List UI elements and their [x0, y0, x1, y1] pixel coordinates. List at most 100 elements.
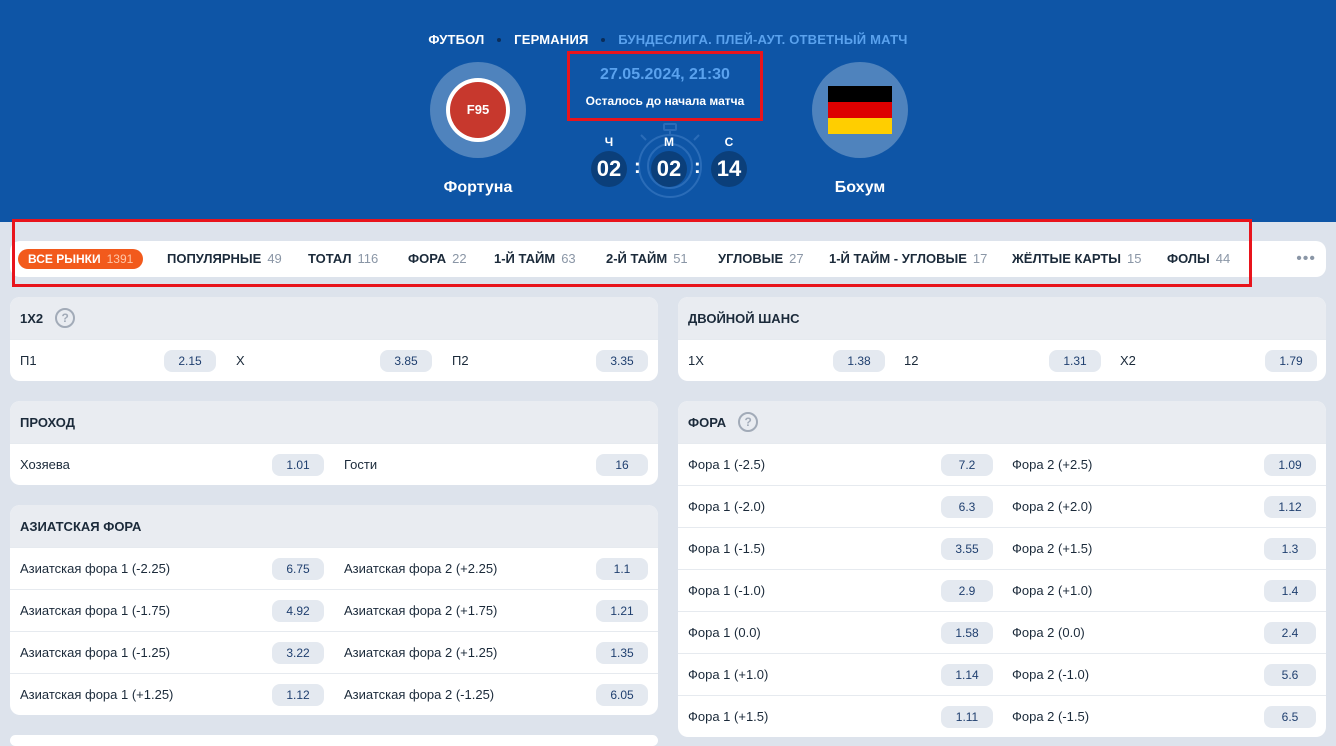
odds-button[interactable]: 1.35 — [596, 642, 648, 664]
odds-cell[interactable]: П2 3.35 — [442, 340, 658, 381]
odds-cell[interactable]: Азиатская фора 1 (-2.25) 6.75 — [10, 548, 334, 590]
market-header[interactable]: ПРОХОД — [10, 401, 658, 443]
home-team-badge: F95 — [430, 62, 526, 158]
odds-button[interactable]: 1.01 — [272, 454, 324, 476]
market-header[interactable]: 1X2 ? — [10, 297, 658, 339]
odds-cell[interactable]: X2 1.79 — [1110, 340, 1326, 381]
odds-button[interactable]: 5.6 — [1264, 664, 1316, 686]
fortuna-logo-text: F95 — [450, 82, 506, 138]
odds-cell[interactable]: Х 3.85 — [226, 340, 442, 381]
odds-button[interactable]: 7.2 — [941, 454, 993, 476]
outcome-label: Азиатская фора 2 (+1.75) — [344, 603, 498, 618]
breadcrumb-country[interactable]: ГЕРМАНИЯ — [514, 32, 588, 47]
market-header[interactable]: ДВОЙНОЙ ШАНС — [678, 297, 1326, 339]
market-header[interactable]: ФОРА ? — [678, 401, 1326, 443]
outcome-label: Азиатская фора 1 (-1.75) — [20, 603, 171, 618]
odds-button[interactable]: 2.9 — [941, 580, 993, 602]
odds-button[interactable]: 6.5 — [1264, 706, 1316, 728]
odds-button[interactable]: 1.38 — [833, 350, 885, 372]
odds-cell[interactable]: Азиатская фора 1 (+1.25) 1.12 — [10, 674, 334, 715]
odds-cell[interactable]: Азиатская фора 2 (+1.25) 1.35 — [334, 632, 658, 674]
odds-cell[interactable]: Фора 1 (-2.5) 7.2 — [678, 444, 1002, 486]
odds-button[interactable]: 6.3 — [941, 496, 993, 518]
odds-cell[interactable]: Фора 2 (+2.0) 1.12 — [1002, 486, 1326, 528]
odds-button[interactable]: 4.92 — [272, 600, 324, 622]
odds-cell[interactable]: Фора 1 (0.0) 1.58 — [678, 612, 1002, 654]
odds-button[interactable]: 1.21 — [596, 600, 648, 622]
odds-cell[interactable]: Фора 1 (-1.0) 2.9 — [678, 570, 1002, 612]
countdown-hours-label: Ч — [604, 135, 614, 149]
odds-button[interactable]: 1.58 — [941, 622, 993, 644]
countdown-separator: : — [634, 156, 641, 178]
home-team[interactable]: F95 Фортуна — [430, 62, 526, 196]
odds-cell[interactable]: Фора 1 (+1.0) 1.14 — [678, 654, 1002, 696]
odds-button[interactable]: 1.12 — [272, 684, 324, 706]
market-pass: ПРОХОД Хозяева 1.01 Гости 16 — [10, 401, 658, 485]
odds-cell[interactable]: Фора 1 (-2.0) 6.3 — [678, 486, 1002, 528]
odds-button[interactable]: 1.09 — [1264, 454, 1316, 476]
outcome-label: Азиатская фора 1 (+1.25) — [20, 687, 174, 702]
odds-cell[interactable]: Фора 2 (-1.5) 6.5 — [1002, 696, 1326, 737]
odds-button[interactable]: 1.14 — [941, 664, 993, 686]
odds-button[interactable]: 3.35 — [596, 350, 648, 372]
help-icon[interactable]: ? — [55, 308, 76, 328]
home-team-name: Фортуна — [443, 179, 513, 196]
outcome-label: Азиатская фора 1 (-2.25) — [20, 561, 171, 576]
more-tabs-icon[interactable]: ••• — [1296, 241, 1316, 277]
breadcrumb-league[interactable]: БУНДЕСЛИГА. ПЛЕЙ-АУТ. ОТВЕТНЫЙ МАТЧ — [618, 32, 907, 47]
breadcrumb-sport[interactable]: ФУТБОЛ — [428, 32, 484, 47]
odds-cell[interactable]: Фора 2 (0.0) 2.4 — [1002, 612, 1326, 654]
odds-cell[interactable]: Азиатская фора 1 (-1.75) 4.92 — [10, 590, 334, 632]
odds-cell[interactable]: Азиатская фора 2 (-1.25) 6.05 — [334, 674, 658, 715]
help-icon[interactable]: ? — [738, 412, 759, 432]
odds-cell[interactable]: Хозяева 1.01 — [10, 444, 334, 485]
odds-cell[interactable]: Азиатская фора 2 (+1.75) 1.21 — [334, 590, 658, 632]
outcome-label: Фора 2 (-1.5) — [1012, 709, 1090, 724]
market-header[interactable]: АЗИАТСКАЯ ФОРА — [10, 505, 658, 547]
away-team[interactable]: Бохум — [812, 62, 908, 196]
odds-button[interactable]: 6.75 — [272, 558, 324, 580]
odds-row: П1 2.15 Х 3.85 П2 3.35 — [10, 339, 658, 381]
outcome-label: Азиатская фора 2 (+1.25) — [344, 645, 498, 660]
odds-button[interactable]: 1.12 — [1264, 496, 1316, 518]
odds-cell[interactable]: Фора 2 (+1.0) 1.4 — [1002, 570, 1326, 612]
outcome-label: Фора 1 (-1.0) — [688, 583, 766, 598]
odds-cell[interactable]: Азиатская фора 1 (-1.25) 3.22 — [10, 632, 334, 674]
odds-cell[interactable]: Гости 16 — [334, 444, 658, 485]
odds-row: Азиатская фора 1 (-2.25) 6.75 Азиатская ф… — [10, 547, 658, 589]
outcome-label: Фора 2 (-1.0) — [1012, 667, 1090, 682]
countdown-caption: Осталось до начала матча — [585, 94, 745, 108]
odds-row: Азиатская фора 1 (-1.25) 3.22 Азиатская ф… — [10, 631, 658, 673]
odds-button[interactable]: 16 — [596, 454, 648, 476]
odds-cell[interactable]: П1 2.15 — [10, 340, 226, 381]
odds-cell[interactable]: 1X 1.38 — [678, 340, 894, 381]
odds-row: 1X 1.38 12 1.31 X2 1.79 — [678, 339, 1326, 381]
breadcrumb: ФУТБОЛ ГЕРМАНИЯ БУНДЕСЛИГА. ПЛЕЙ-АУТ. ОТ… — [0, 32, 1336, 47]
odds-button[interactable]: 1.31 — [1049, 350, 1101, 372]
outcome-label: Хозяева — [20, 457, 70, 472]
odds-cell[interactable]: Фора 2 (-1.0) 5.6 — [1002, 654, 1326, 696]
odds-button[interactable]: 1.11 — [941, 706, 993, 728]
odds-row: Фора 1 (-2.5) 7.2 Фора 2 (+2.5) 1.09 — [678, 443, 1326, 485]
odds-button[interactable]: 1.3 — [1264, 538, 1316, 560]
outcome-label: Фора 2 (+2.5) — [1012, 457, 1093, 472]
odds-button[interactable]: 3.85 — [380, 350, 432, 372]
odds-button[interactable]: 6.05 — [596, 684, 648, 706]
odds-cell[interactable]: Фора 1 (+1.5) 1.11 — [678, 696, 1002, 737]
odds-button[interactable]: 1.1 — [596, 558, 648, 580]
odds-row: Фора 1 (+1.0) 1.14 Фора 2 (-1.0) 5.6 — [678, 653, 1326, 695]
odds-button[interactable]: 1.79 — [1265, 350, 1317, 372]
odds-cell[interactable]: Фора 2 (+1.5) 1.3 — [1002, 528, 1326, 570]
odds-button[interactable]: 1.4 — [1264, 580, 1316, 602]
odds-cell[interactable]: Азиатская фора 2 (+2.25) 1.1 — [334, 548, 658, 590]
odds-cell[interactable]: Фора 1 (-1.5) 3.55 — [678, 528, 1002, 570]
odds-cell[interactable]: Фора 2 (+2.5) 1.09 — [1002, 444, 1326, 486]
market-title: 1X2 — [20, 310, 44, 326]
odds-button[interactable]: 3.22 — [272, 642, 324, 664]
odds-button[interactable]: 2.15 — [164, 350, 216, 372]
odds-button[interactable]: 3.55 — [941, 538, 993, 560]
market-double-chance: ДВОЙНОЙ ШАНС 1X 1.38 12 1.31 X2 1.79 — [678, 297, 1326, 381]
match-header: ФУТБОЛ ГЕРМАНИЯ БУНДЕСЛИГА. ПЛЕЙ-АУТ. ОТ… — [0, 0, 1336, 222]
odds-button[interactable]: 2.4 — [1264, 622, 1316, 644]
odds-cell[interactable]: 12 1.31 — [894, 340, 1110, 381]
